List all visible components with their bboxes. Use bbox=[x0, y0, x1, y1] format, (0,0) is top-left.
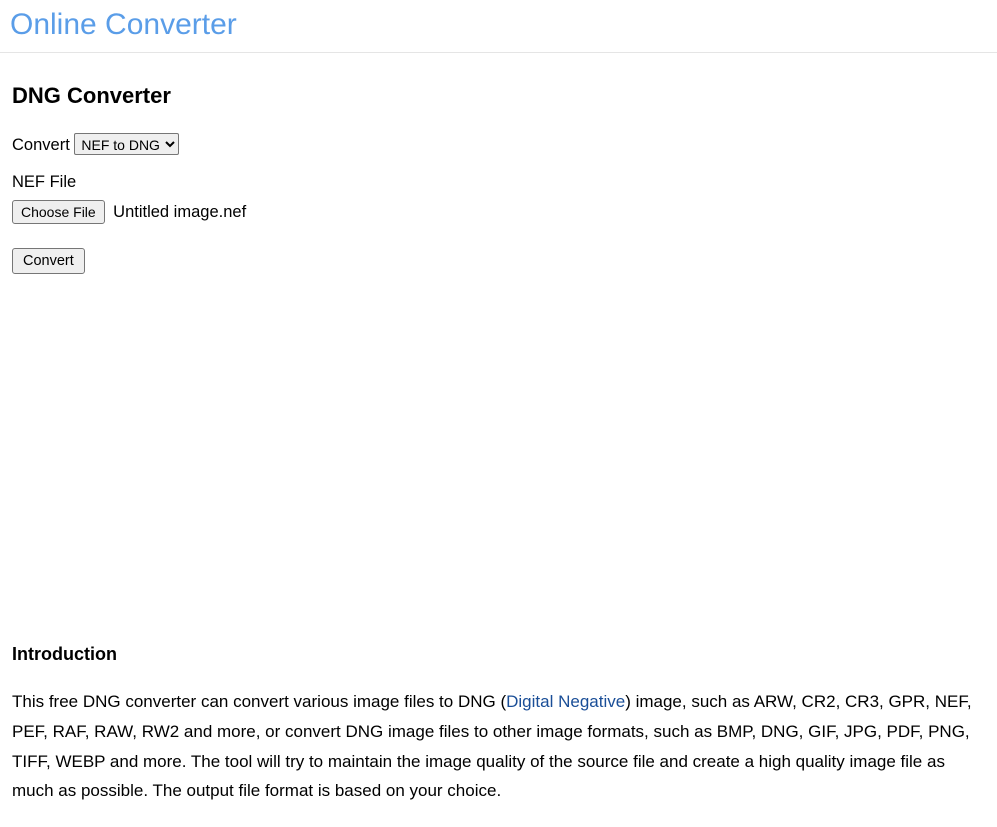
file-input-row: Choose File Untitled image.nef bbox=[12, 200, 985, 224]
choose-file-button[interactable]: Choose File bbox=[12, 200, 105, 224]
convert-type-select[interactable]: NEF to DNG bbox=[74, 133, 179, 155]
digital-negative-link[interactable]: Digital Negative bbox=[506, 692, 625, 711]
file-section-label: NEF File bbox=[12, 173, 985, 192]
main-content: DNG Converter Convert NEF to DNG NEF Fil… bbox=[0, 53, 997, 826]
intro-text-before: This free DNG converter can convert vari… bbox=[12, 692, 506, 711]
page-header: Online Converter bbox=[0, 0, 997, 53]
selected-file-name: Untitled image.nef bbox=[113, 203, 246, 221]
introduction-heading: Introduction bbox=[12, 644, 985, 665]
convert-label: Convert bbox=[12, 136, 70, 154]
content-spacer bbox=[12, 274, 985, 644]
convert-button[interactable]: Convert bbox=[12, 248, 85, 274]
convert-row: Convert NEF to DNG bbox=[12, 133, 985, 155]
introduction-text: This free DNG converter can convert vari… bbox=[12, 687, 985, 806]
page-title: DNG Converter bbox=[12, 83, 985, 109]
site-title-link[interactable]: Online Converter bbox=[10, 8, 237, 41]
